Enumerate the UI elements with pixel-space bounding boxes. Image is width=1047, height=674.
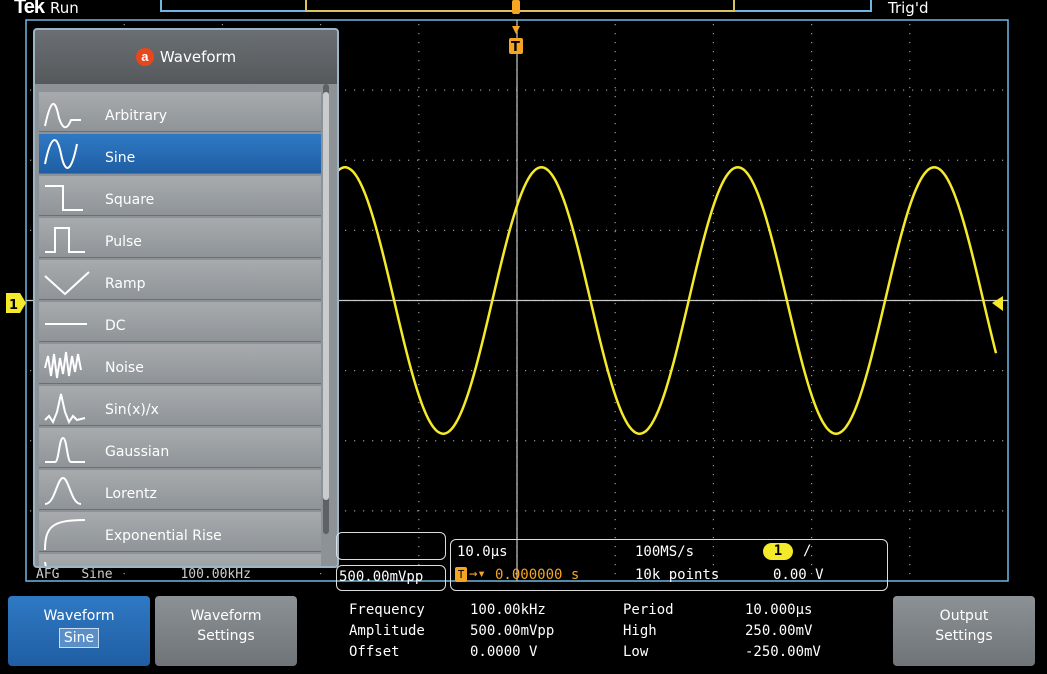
trigger-delay-arrow-icon: →▾	[469, 566, 486, 582]
lorentz-wave-icon	[44, 476, 82, 505]
record-length: 10k points	[635, 567, 720, 583]
acquisition-status: Run	[50, 0, 79, 17]
horizontal-scale: 10.0µs	[457, 544, 508, 560]
noise-wave-icon	[44, 351, 82, 379]
sinc-wave-icon	[44, 393, 86, 425]
waveform-item-noise[interactable]: Noise	[39, 344, 321, 384]
waveform-menu-title: Waveform	[159, 48, 237, 66]
top-status-bar: Tek Run Trig'd	[0, 0, 1047, 18]
waveform-item-exponential-rise[interactable]: Exponential Rise	[39, 512, 321, 552]
param-labels-1: Frequency Amplitude Offset	[349, 600, 425, 663]
output-settings-label-1: Output	[939, 608, 989, 624]
high-value: 250.00mV	[745, 623, 813, 639]
waveform-item-sine[interactable]: Sine	[39, 134, 321, 174]
high-label: High	[623, 623, 657, 639]
waveform-item-label: Arbitrary	[105, 108, 167, 124]
low-value: -250.00mV	[745, 644, 821, 660]
frequency-value: 100.00kHz	[470, 602, 546, 618]
waveform-item-arbitrary[interactable]: Arbitrary	[39, 92, 321, 132]
record-trigger-icon	[512, 0, 520, 14]
svg-text:1: 1	[9, 298, 18, 313]
afg-amplitude: 500.00mVpp	[339, 569, 424, 585]
menu-scroll-thumb[interactable]	[323, 92, 329, 500]
channel-1-ground-marker: 1	[6, 293, 26, 313]
waveform-item-square[interactable]: Square	[39, 176, 321, 216]
waveform-item-lorentz[interactable]: Lorentz	[39, 470, 321, 510]
trigger-level-marker	[992, 296, 1003, 311]
trigger-delay-icon: T	[455, 567, 467, 582]
waveform-item-ramp[interactable]: Ramp	[39, 260, 321, 300]
waveform-item-label: Pulse	[105, 234, 142, 250]
waveform-settings-label-2: Settings	[197, 628, 255, 644]
waveform-softkey-label: Waveform	[43, 608, 115, 624]
param-values-2: 10.000µs 250.00mV -250.00mV	[745, 600, 821, 663]
sine-wave-icon	[44, 139, 78, 169]
waveform-item-label: Gaussian	[105, 444, 170, 460]
waveform-menu: a Waveform Arbitrary Sine Square Pulse Ramp D…	[33, 28, 339, 568]
waveform-item-sin-x-x[interactable]: Sin(x)/x	[39, 386, 321, 426]
svg-text:T: T	[511, 40, 520, 55]
afg-readout-box	[336, 532, 446, 560]
arbitrary-wave-icon	[44, 103, 81, 129]
param-labels-2: Period High Low	[623, 600, 674, 663]
offset-label: Offset	[349, 644, 400, 660]
output-settings-label-2: Settings	[935, 628, 993, 644]
pulse-wave-icon	[45, 227, 85, 253]
trigger-delay: 0.000000 s	[495, 567, 580, 583]
menu-scrollbar[interactable]	[323, 84, 329, 534]
waveform-menu-header: a Waveform	[35, 30, 337, 84]
afg-amplitude-box: 500.00mVpp	[336, 565, 446, 591]
waveform-softkey[interactable]: Waveform Sine	[8, 596, 150, 666]
oscilloscope-screen: 1 T Tek Run Trig'd a Waveform Arbitrary S…	[0, 0, 1047, 674]
offset-value: 0.0000 V	[470, 644, 538, 660]
waveform-item-label: Noise	[105, 360, 144, 376]
brand-logo: Tek	[14, 0, 45, 18]
gaussian-wave-icon	[45, 436, 85, 463]
waveform-settings-softkey[interactable]: Waveform Settings	[155, 596, 297, 666]
record-view-window	[305, 0, 735, 12]
afg-mode: AFG	[36, 567, 60, 582]
record-bar-right	[870, 0, 872, 12]
waveform-item-exponential-decay[interactable]: Exponential Decay	[39, 554, 321, 566]
trigger-status: Trig'd	[888, 0, 929, 17]
waveform-item-gaussian[interactable]: Gaussian	[39, 428, 321, 468]
waveform-item-label: DC	[105, 318, 126, 334]
waveform-item-label: Ramp	[105, 276, 146, 292]
ramp-wave-icon	[44, 271, 90, 296]
afg-frequency: 100.00kHz	[180, 567, 251, 582]
waveform-item-label: Sine	[105, 150, 136, 166]
frequency-label: Frequency	[349, 602, 425, 618]
waveform-item-label: Lorentz	[105, 486, 157, 502]
horizontal-readout: 10.0µs 100MS/s 1 / T →▾ 0.000000 s 10k p…	[450, 539, 888, 591]
trigger-level: 0.00 V	[773, 567, 824, 583]
waveform-item-label: Sin(x)/x	[105, 402, 159, 418]
waveform-item-pulse[interactable]: Pulse	[39, 218, 321, 258]
amplitude-value: 500.00mVpp	[470, 623, 555, 639]
sample-rate: 100MS/s	[635, 544, 695, 560]
waveform-softkey-value: Sine	[58, 628, 100, 648]
waveform-item-label: Exponential Rise	[105, 528, 222, 544]
trigger-position-marker: T	[509, 26, 523, 55]
output-settings-softkey[interactable]: Output Settings	[893, 596, 1035, 666]
multipurpose-knob-a-icon: a	[135, 48, 154, 66]
afg-type: Sine	[81, 567, 113, 582]
period-value: 10.000µs	[745, 602, 813, 618]
waveform-settings-label-1: Waveform	[190, 608, 262, 624]
period-label: Period	[623, 602, 674, 618]
trigger-channel-badge: 1	[763, 543, 793, 560]
trigger-slope-rising-icon: /	[803, 543, 812, 559]
square-wave-icon	[45, 185, 83, 211]
waveform-item-dc[interactable]: DC	[39, 302, 321, 342]
param-values-1: 100.00kHz 500.00mVpp 0.0000 V	[470, 600, 554, 663]
amplitude-label: Amplitude	[349, 623, 425, 639]
afg-readout: AFG Sine 100.00kHz	[36, 567, 251, 582]
waveform-item-label: Square	[105, 192, 155, 208]
dc-wave-icon	[45, 323, 87, 325]
low-label: Low	[623, 644, 649, 660]
exp-rise-wave-icon	[44, 519, 86, 551]
